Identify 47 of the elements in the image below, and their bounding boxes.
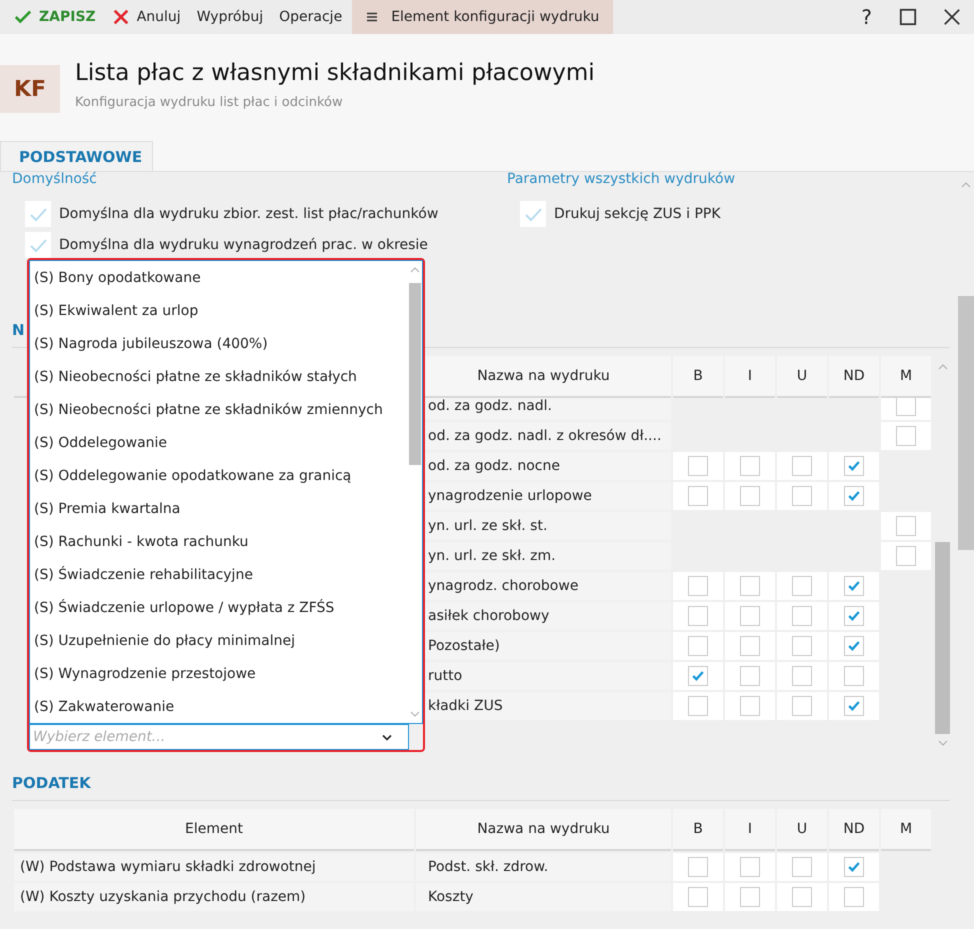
checkbox-label: Domyślna dla wydruku wynagrodzeń prac. w okresie (59, 236, 428, 252)
section-title: N (12, 321, 25, 339)
column-header: U (777, 356, 827, 398)
checkbox-label: Drukuj sekcję ZUS i PPK (554, 206, 721, 222)
checkbox-label: Domyślna dla wydruku zbior. zest. list płac/rachunków (59, 206, 438, 222)
menu-tab[interactable]: Element konfiguracji wydruku (352, 0, 614, 34)
section-title: PODATEK (12, 774, 91, 792)
dropdown-option[interactable]: (S) Wynagrodzenie przestojowe (30, 659, 408, 689)
dropdown-option[interactable]: (S) Świadczenie urlopowe / wypłata z ZFŚS (30, 593, 408, 623)
table-cell: Koszty (416, 883, 671, 911)
dropdown-option[interactable]: (S) Nieobecności płatne ze składników stałych (30, 362, 408, 392)
dropdown-option[interactable]: (S) Świadczenie rehabilitacyjne (30, 560, 408, 590)
dropdown-option[interactable]: (S) Nieobecności płatne ze składników zmiennych (30, 395, 408, 425)
cancel-button[interactable]: Anuluj (104, 0, 189, 34)
dropdown-option[interactable]: (S) Ekwiwalent za urlop (30, 296, 408, 326)
dropdown-option[interactable]: (S) Oddelegowanie opodatkowane za granicą (30, 461, 408, 491)
table-cell: Podst. skł. zdrow. (416, 853, 671, 881)
column-header: ND (829, 809, 879, 851)
page-title: Lista płac z własnymi składnikami płacowymi (75, 60, 595, 86)
column-header: U (777, 809, 827, 851)
column-header: B (673, 809, 723, 851)
column-header: I (725, 356, 775, 398)
dropdown-option[interactable]: (S) Rachunki - kwota rachunku (30, 527, 408, 557)
column-header: I (725, 809, 775, 851)
dropdown-option[interactable]: (S) Nagroda jubileuszowa (400%) (30, 329, 408, 359)
column-header: Nazwa na wydruku (416, 809, 671, 851)
table-cell: (W) Koszty uzyskania przychodu (razem) (14, 883, 414, 911)
toolbar-button[interactable]: Wypróbuj (188, 0, 272, 34)
page-subtitle: Konfiguracja wydruku list płac i odcinków (75, 95, 344, 110)
dropdown-option[interactable]: (S) Zakwaterowanie (30, 692, 408, 722)
dropdown-option[interactable]: (S) Uzupełnienie do płacy minimalnej (30, 626, 408, 656)
column-header: Element (14, 809, 414, 851)
column-header: ND (829, 356, 879, 398)
dropdown-option[interactable]: (S) Bony opodatkowane (30, 263, 408, 293)
document-badge: KF (0, 65, 60, 113)
dropdown-option[interactable]: (S) Premia kwartalna (30, 494, 408, 524)
save-button[interactable]: ZAPISZ (6, 0, 104, 34)
help-button[interactable]: ? (847, 0, 886, 34)
column-header: M (881, 356, 931, 398)
group-title: Domyślność (12, 172, 98, 188)
column-header: B (673, 356, 723, 398)
toolbar-button[interactable]: Operacje (271, 0, 350, 34)
column-header: M (881, 809, 931, 851)
group-title: Parametry wszystkich wydruków (507, 172, 736, 188)
tab[interactable]: PODSTAWOWE (0, 141, 154, 171)
dropdown-option[interactable]: (S) Oddelegowanie (30, 428, 408, 458)
table-cell: (W) Podstawa wymiaru składki zdrowotnej (14, 853, 414, 881)
